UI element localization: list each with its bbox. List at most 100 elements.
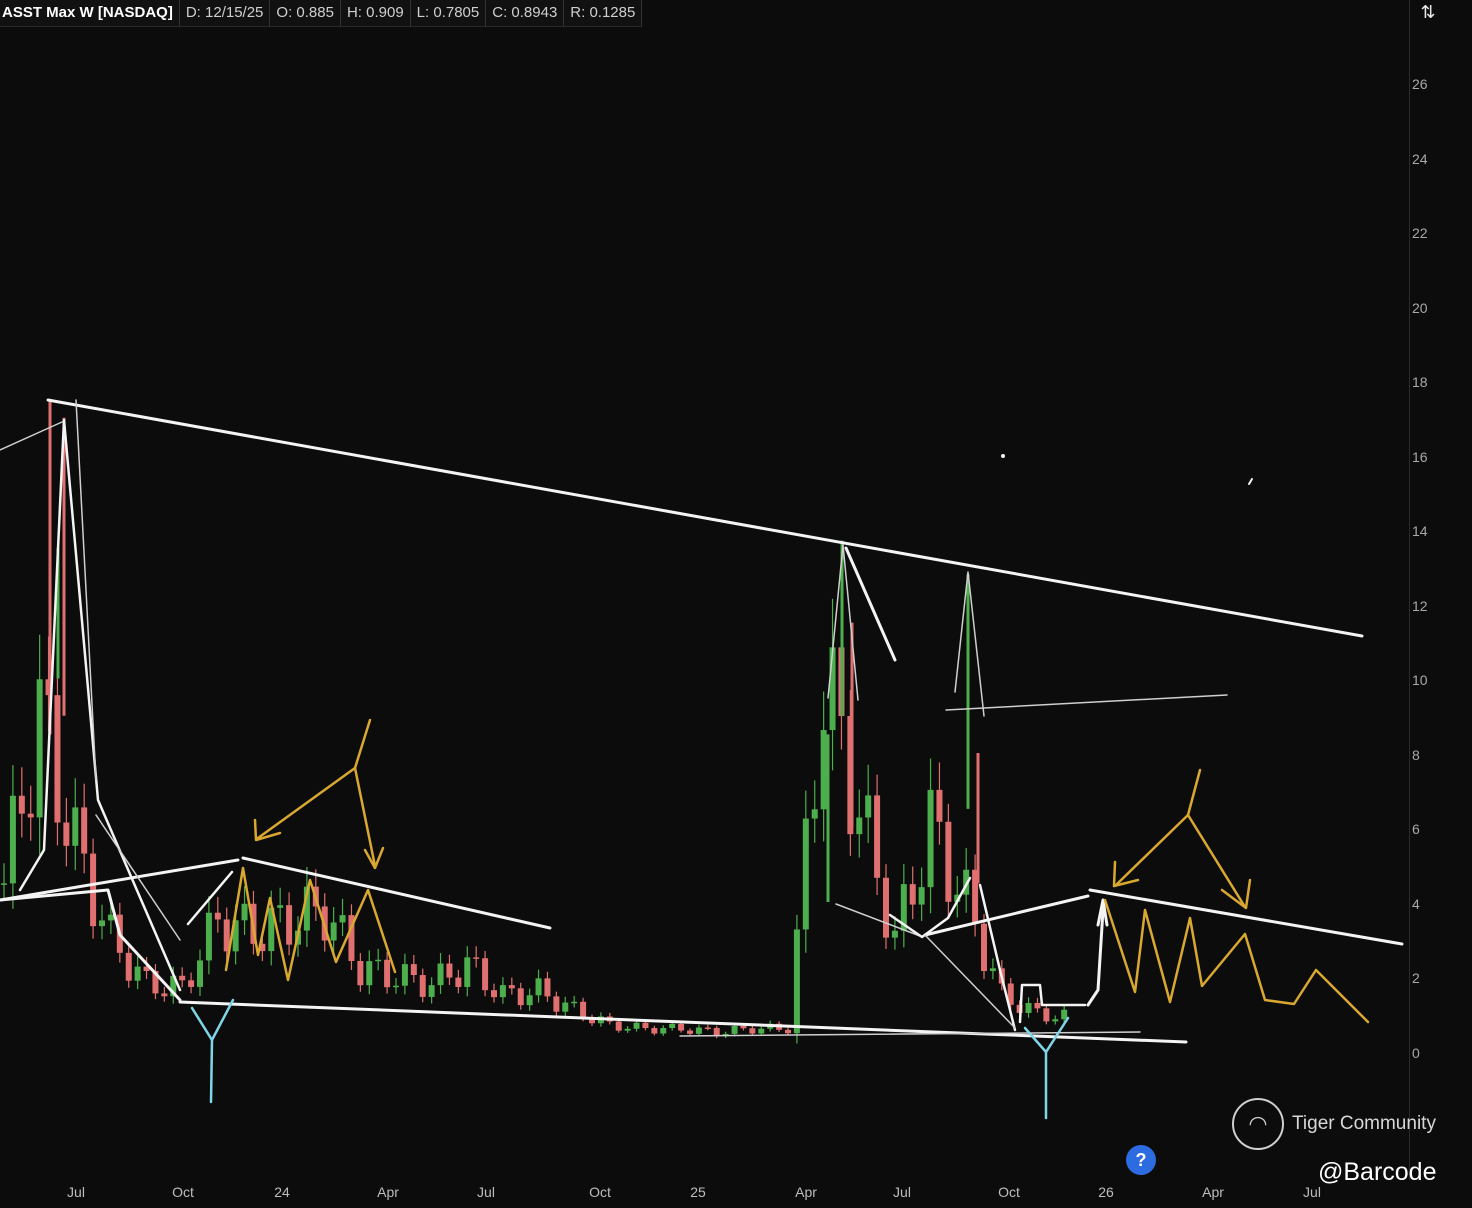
time-tick-label: Jul [477,1184,495,1200]
time-tick-label: 25 [690,1184,706,1200]
candle-body [277,905,284,908]
price-chart[interactable] [0,0,1472,1208]
price-tick-label: 8 [1412,746,1420,763]
candle-body [615,1021,622,1031]
candle-body [704,1027,711,1030]
candle-body [99,920,105,927]
candle-body [197,960,203,987]
left-thin-slope [95,814,181,941]
time-tick-label: 24 [274,1184,290,1200]
time-tick-label: Oct [998,1184,1020,1200]
candle-body [81,807,88,854]
candle-body [205,912,212,961]
candle-body [72,807,79,846]
candle-body [544,978,551,997]
candle-body [241,903,248,921]
candle-body [829,647,836,731]
candle-body [330,922,337,941]
time-tick-label: Jul [893,1184,911,1200]
price-tick-label: 18 [1412,374,1428,390]
open-value: O: 0.885 [270,0,341,26]
drawing-tick [1248,478,1253,485]
candle-body [1025,1003,1032,1013]
range-value: R: 0.1285 [564,0,643,26]
right-base-line [835,903,921,937]
time-tick-label: Apr [1202,1184,1224,1200]
candle-body [36,679,43,818]
candle-body [669,1023,676,1028]
price-tick-label: 2 [1412,970,1420,986]
drawing-dot [1001,454,1005,458]
candle-body [553,996,560,1012]
candle-body [811,809,818,819]
candle-body [740,1025,747,1029]
candle-body [63,822,70,846]
candle-body [562,1002,569,1012]
tiger-logo-icon: ◠ [1232,1098,1284,1150]
price-tick-label: 4 [1412,895,1420,912]
candle-body [437,963,444,986]
candle-body [633,1022,640,1029]
candle-body [1043,1008,1050,1022]
candle-body [695,1027,702,1034]
candle-body [179,975,186,981]
watermark: ◠ Tiger Community [1232,1098,1436,1150]
candle-body [499,985,506,998]
candle-body [384,959,391,988]
right-zigzag [1103,898,1370,1024]
scale-settings-icon[interactable]: ⇅ [1414,2,1442,26]
candle-body [731,1025,738,1034]
candle-body [393,985,399,988]
time-tick-label: 26 [1098,1184,1114,1200]
candle-body [660,1027,667,1034]
candle-body [678,1023,685,1031]
candle-body [526,995,533,1006]
time-tick-label: Oct [589,1184,611,1200]
candle-body [366,961,373,986]
candle-body [802,818,809,930]
candle-body [428,985,435,997]
candle-body [517,988,524,1006]
candle-body [820,730,827,810]
candle-body [473,957,480,959]
candle-body [464,957,471,987]
time-tick-label: Jul [67,1184,85,1200]
price-tick-label: 14 [1412,523,1428,539]
candle-body [883,877,889,938]
candle-body [491,990,497,998]
candle-body [9,795,16,884]
candle-body [134,966,141,981]
price-tick-label: 10 [1412,672,1428,688]
price-tick-label: 26 [1412,76,1428,92]
candle-body [339,915,346,923]
candle-body [909,884,916,905]
candle-body [419,975,426,997]
candle-body [401,964,408,986]
candle-body [945,821,952,902]
price-tick-label: 6 [1412,821,1420,837]
candle-body [989,968,996,972]
help-button[interactable]: ? [1126,1145,1156,1175]
price-tick-label: 24 [1412,150,1428,167]
candle-body [624,1028,631,1031]
candle-body [410,964,417,976]
candle-body [793,929,800,1034]
high-value: H: 0.909 [341,0,411,26]
candle-body [1034,1003,1041,1009]
watermark-text: Tiger Community [1292,1113,1436,1134]
right-arrow-path [1114,768,1202,887]
price-tick-label: 0 [1412,1044,1420,1061]
candle-body [571,1001,578,1004]
spike-two-shelf [945,694,1228,711]
symbol-title[interactable]: ASST Max W [NASDAQ] [0,0,180,26]
candle-body [125,952,132,981]
candle-body [758,1028,765,1034]
left-bottom-marker-stem [209,1038,214,1104]
price-tick-label: 12 [1412,597,1428,614]
left-bottom-marker [190,998,235,1043]
candle-body [874,795,881,878]
breakout-arrow [1086,908,1105,1007]
low-value: L: 0.7805 [411,0,487,26]
candle-body [1,883,7,885]
right-arrow-down [1186,813,1247,909]
